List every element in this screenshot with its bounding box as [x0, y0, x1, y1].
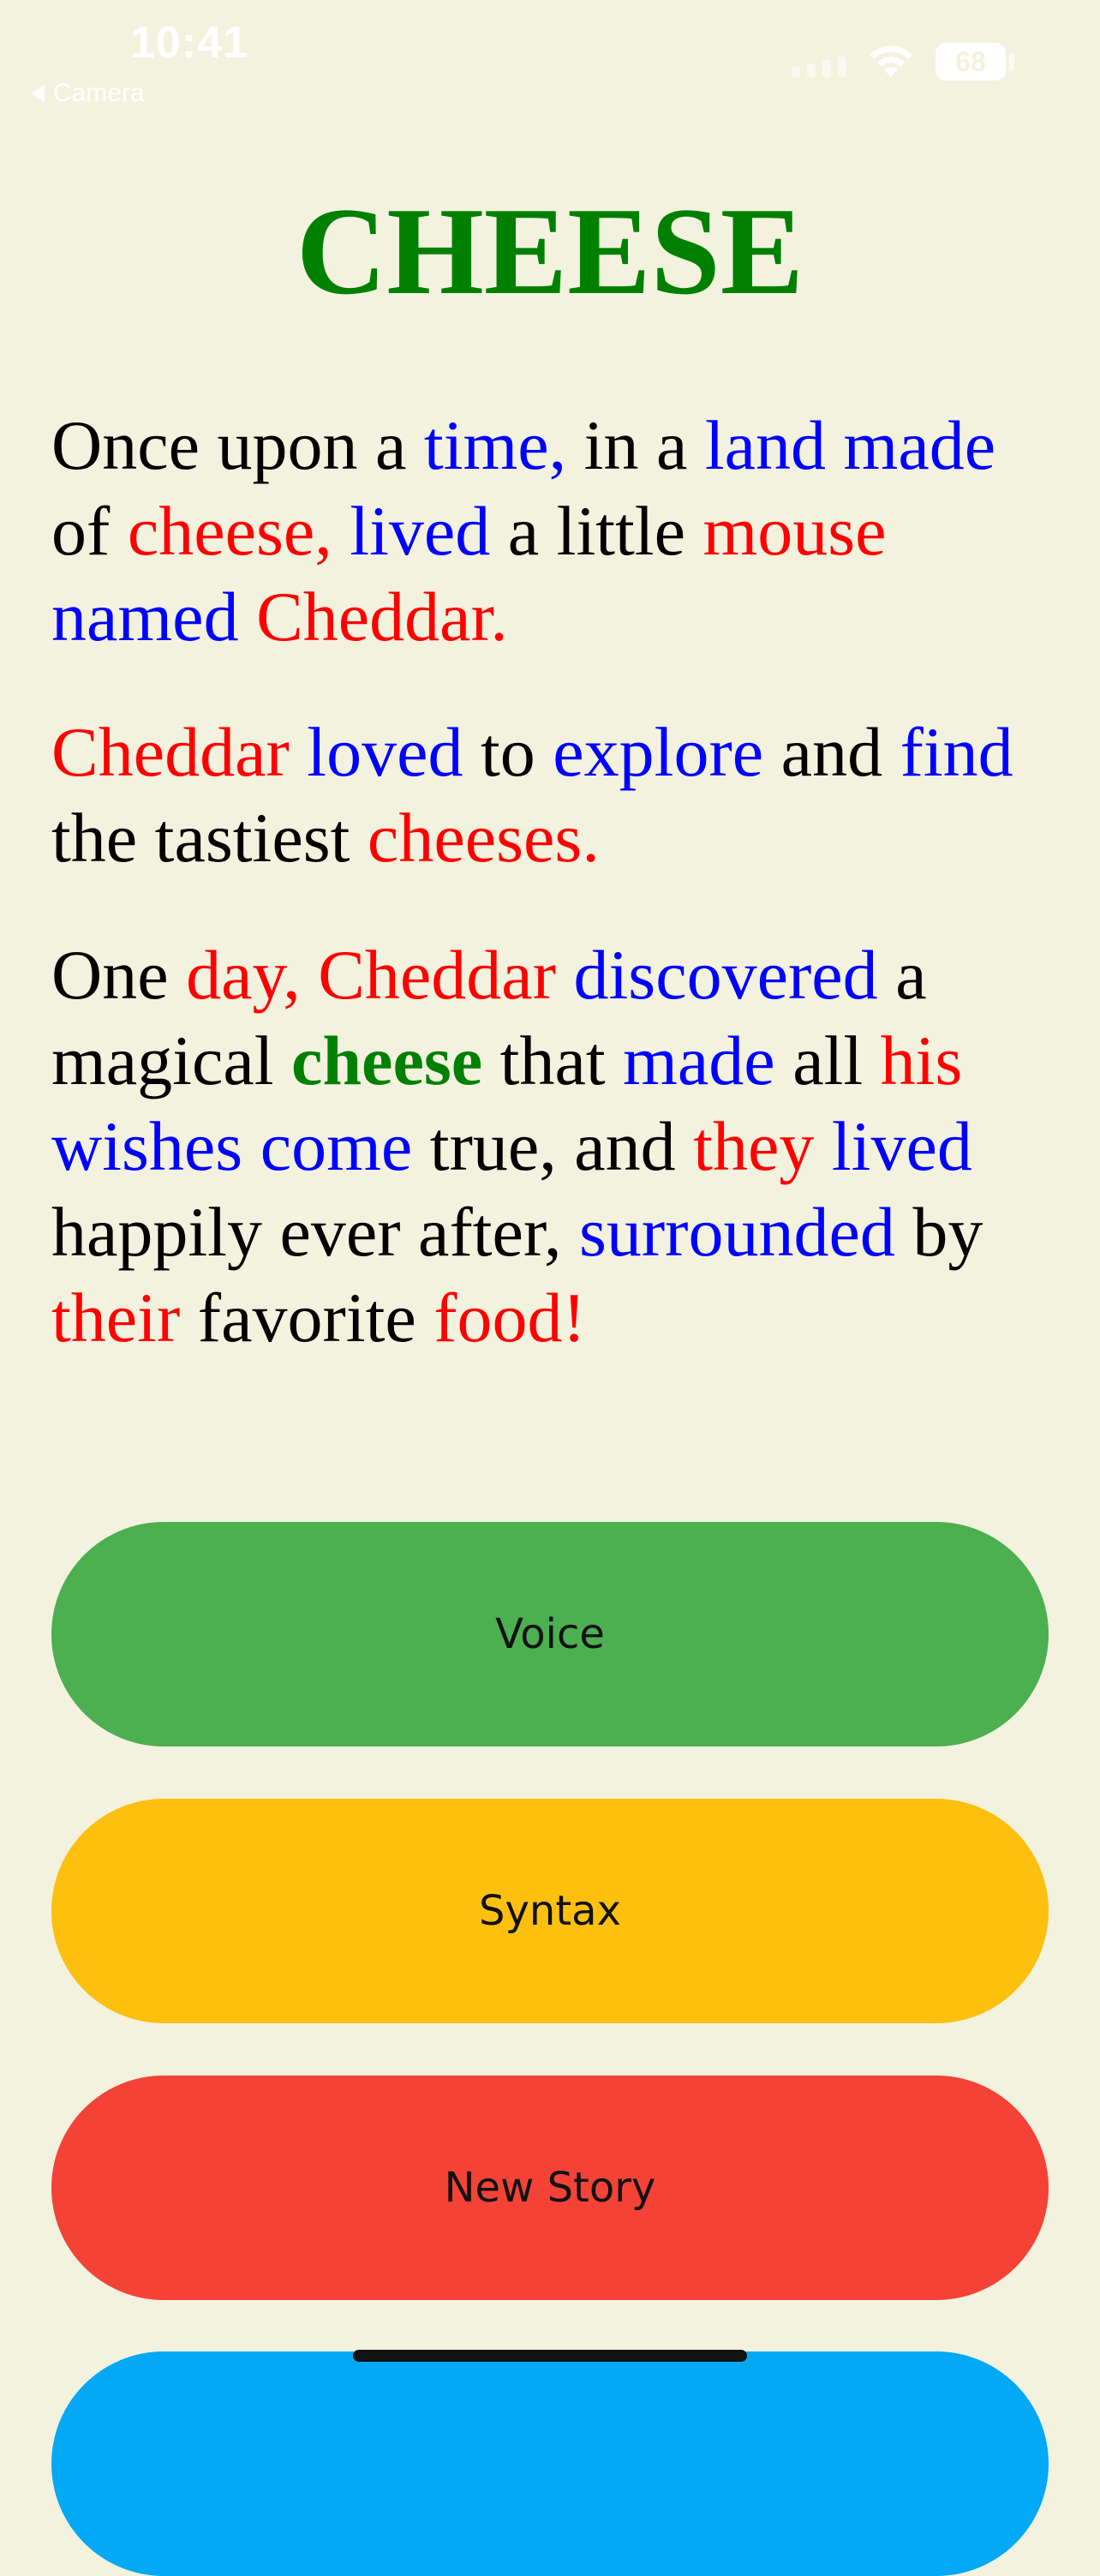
story-word-red: Cheddar [51, 713, 290, 791]
story-text [332, 492, 350, 570]
story-word-blue: surrounded [578, 1193, 895, 1271]
back-camera-label: Camera [53, 79, 145, 107]
story-text: of [51, 492, 128, 570]
story-word-blue: explore [553, 713, 764, 791]
story-word-red: Cheddar. [256, 578, 508, 656]
story-text [814, 1107, 832, 1185]
signal-icon [792, 57, 846, 77]
story-text: a little [490, 492, 703, 570]
story-word-red: their [51, 1279, 181, 1357]
story-text: happily ever after, [51, 1193, 579, 1271]
story-word-blue: named [51, 578, 239, 656]
new-story-button-label: New Story [444, 2164, 656, 2212]
story-text: to [463, 713, 553, 791]
story-word-blue: lived [831, 1107, 972, 1185]
story-paragraph-2: Cheddar loved to explore and find the ta… [51, 710, 1062, 881]
battery-icon: 68 [936, 43, 1006, 81]
story-word-blue: come [260, 1107, 413, 1185]
voice-button[interactable]: Voice [51, 1522, 1049, 1746]
story-text: that [482, 1021, 624, 1099]
offscreen-button[interactable] [51, 2351, 1049, 2576]
story-word-blue: wishes [51, 1107, 243, 1185]
story-text: favorite [180, 1279, 434, 1357]
story-text: true, and [412, 1107, 694, 1185]
story-word-red: Cheddar [318, 936, 556, 1014]
story-text: in a [566, 406, 705, 484]
back-arrow-icon [31, 85, 45, 102]
story-word-blue: find [900, 713, 1013, 791]
story-paragraph-1: Once upon a time, in a land made of chee… [51, 403, 1062, 660]
back-to-camera-link[interactable]: Camera [31, 79, 145, 108]
story-text [301, 936, 319, 1014]
story-text: and [763, 713, 900, 791]
story-word-red: cheese, [127, 492, 332, 570]
story-text: the tastiest [51, 799, 368, 877]
story-word-green: cheese [291, 1021, 483, 1099]
story-word-red: day, [186, 936, 301, 1014]
battery-cap [1009, 53, 1014, 70]
story-text: One [51, 936, 187, 1014]
story-text [826, 406, 844, 484]
story-word-red: cheeses. [367, 799, 600, 877]
status-bar: 10:41 Camera 68 [0, 0, 1100, 120]
story-text: Once upon a [51, 406, 424, 484]
story-paragraph-3: One day, Cheddar discovered a magical ch… [51, 932, 1062, 1361]
story-text [556, 936, 574, 1014]
wifi-icon [870, 45, 912, 77]
new-story-button[interactable]: New Story [51, 2076, 1049, 2300]
story-word-blue: loved [307, 713, 463, 791]
story-text [239, 578, 257, 656]
story-word-red: mouse [702, 492, 887, 570]
syntax-button[interactable]: Syntax [51, 1799, 1049, 2023]
story-word-blue: lived [350, 492, 491, 570]
voice-button-label: Voice [495, 1610, 605, 1658]
story-word-red: they [693, 1107, 815, 1185]
home-indicator[interactable] [353, 2350, 747, 2362]
story-word-red: food! [433, 1279, 586, 1357]
story-word-blue: made [843, 406, 996, 484]
story-text: all [774, 1021, 881, 1099]
story-word-blue: made [623, 1021, 775, 1099]
story-title: CHEESE [296, 182, 804, 321]
story-word-blue: time, [423, 406, 567, 484]
syntax-button-label: Syntax [479, 1887, 621, 1935]
story-text [290, 713, 308, 791]
story-text [242, 1107, 260, 1185]
story-text: by [894, 1193, 983, 1271]
story-word-blue: land [704, 406, 827, 484]
status-time: 10:41 [130, 18, 248, 68]
story-word-red: his [880, 1021, 963, 1099]
story-word-blue: discovered [573, 936, 878, 1014]
